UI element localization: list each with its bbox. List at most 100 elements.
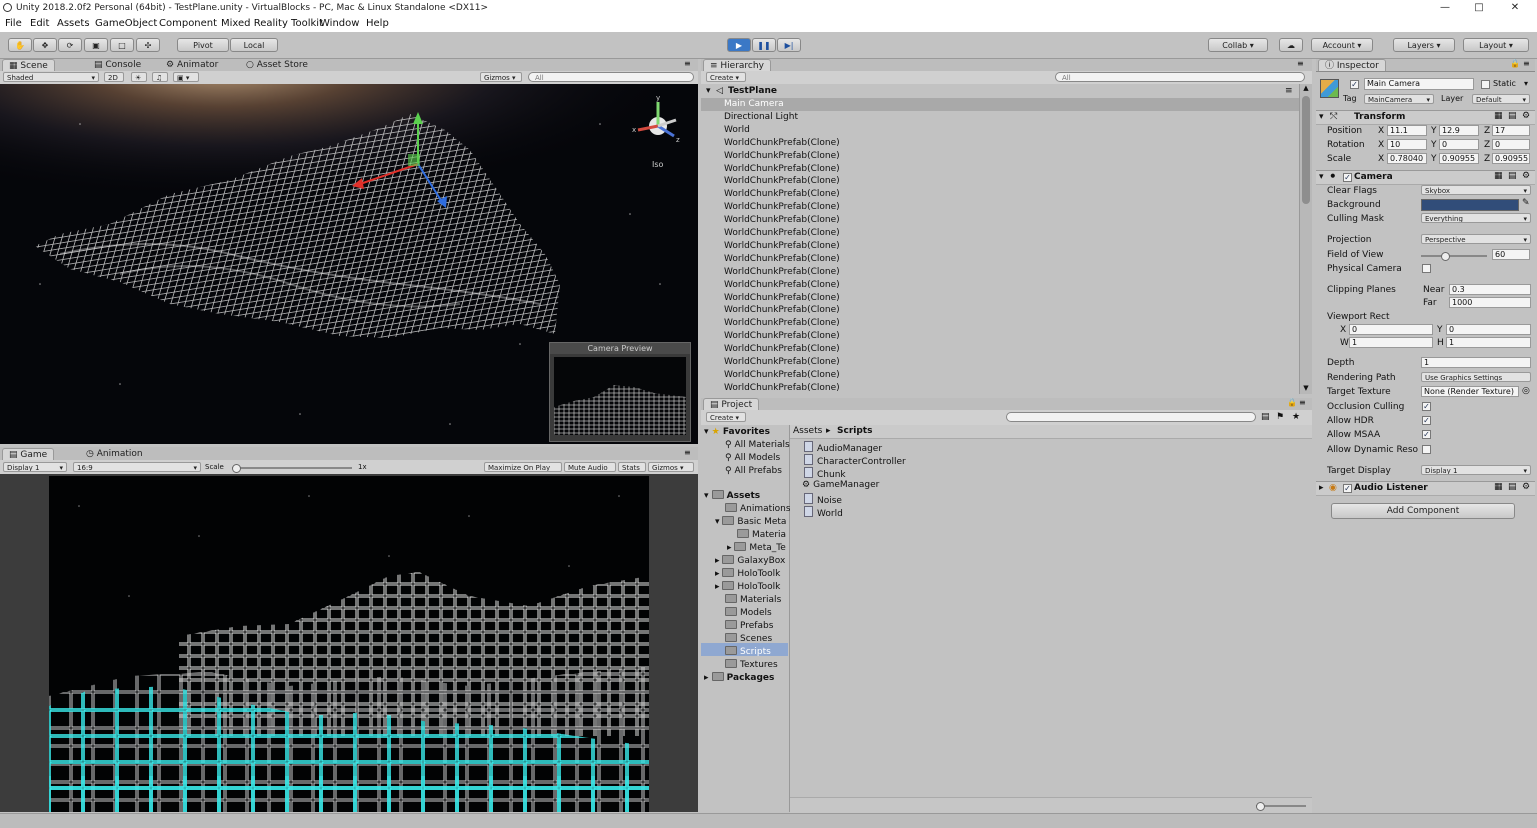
- scene-orientation-gizmo[interactable]: y x z: [628, 94, 688, 164]
- add-component-button[interactable]: Add Component: [1331, 503, 1515, 519]
- display-dropdown[interactable]: Display 1 ▾: [3, 462, 67, 472]
- scene-expand-icon[interactable]: ▾: [706, 85, 711, 98]
- game-scale-thumb[interactable]: [232, 464, 241, 473]
- rotation-y-field[interactable]: 0: [1439, 139, 1479, 150]
- game-gizmos-dropdown[interactable]: Gizmos ▾: [648, 462, 694, 472]
- viewport-y-field[interactable]: 0: [1446, 324, 1531, 335]
- hierarchy-item[interactable]: WorldChunkPrefab(Clone): [701, 382, 1299, 394]
- transform-gear-icon[interactable]: ⚙: [1522, 111, 1530, 121]
- hierarchy-item[interactable]: WorldChunkPrefab(Clone): [701, 175, 1299, 188]
- target-display-dropdown[interactable]: Display 1 ▾: [1421, 465, 1531, 475]
- rect-tool-button[interactable]: □: [110, 38, 134, 52]
- favorites-expand-icon[interactable]: ▾: [704, 427, 709, 437]
- expand-icon[interactable]: ▸: [727, 543, 732, 553]
- hierarchy-item[interactable]: WorldChunkPrefab(Clone): [701, 369, 1299, 382]
- folder-item[interactable]: ▸ Meta_Te: [727, 542, 786, 553]
- scene-gizmos-dropdown[interactable]: Gizmos ▾: [480, 72, 522, 82]
- hierarchy-item[interactable]: WorldChunkPrefab(Clone): [701, 188, 1299, 201]
- breadcrumb-assets[interactable]: Assets: [793, 425, 822, 438]
- fov-field[interactable]: 60: [1492, 249, 1530, 260]
- hierarchy-item[interactable]: WorldChunkPrefab(Clone): [701, 330, 1299, 343]
- fav-item[interactable]: ⚲ All Prefabs: [725, 466, 782, 476]
- mode-2d-toggle[interactable]: 2D: [104, 72, 124, 82]
- cloud-icon[interactable]: ☁: [1279, 38, 1303, 52]
- close-icon[interactable]: ✕: [1500, 0, 1530, 16]
- target-texture-field[interactable]: None (Render Texture): [1421, 386, 1519, 397]
- tab-game[interactable]: ▤ Game: [2, 448, 55, 460]
- hierarchy-item[interactable]: WorldChunkPrefab(Clone): [701, 240, 1299, 253]
- layout-dropdown[interactable]: Layout ▾: [1463, 38, 1529, 52]
- expand-icon[interactable]: ▸: [715, 556, 720, 566]
- file-item[interactable]: AudioManager: [804, 441, 882, 454]
- audio-preset-icon[interactable]: ▤: [1508, 482, 1517, 492]
- occlusion-culling-checkbox[interactable]: ✓: [1422, 402, 1431, 411]
- audio-gear-icon[interactable]: ⚙: [1522, 482, 1530, 492]
- transform-preset-icon[interactable]: ▤: [1508, 111, 1517, 121]
- expand-icon[interactable]: ▾: [715, 517, 720, 527]
- account-dropdown[interactable]: Account ▾: [1311, 38, 1373, 52]
- folder-item[interactable]: ▸ HoloToolk: [715, 568, 780, 579]
- rotation-x-field[interactable]: 10: [1387, 139, 1427, 150]
- expand-icon[interactable]: ▸: [715, 582, 720, 592]
- inspector-menu-icon[interactable]: ≡: [1523, 59, 1530, 68]
- menu-edit[interactable]: Edit: [30, 16, 49, 32]
- menu-component[interactable]: Component: [159, 16, 217, 32]
- favorites-header[interactable]: ▾ ★ Favorites: [704, 427, 770, 437]
- menu-help[interactable]: Help: [366, 16, 389, 32]
- menu-assets[interactable]: Assets: [57, 16, 90, 32]
- game-panel-menu-icon[interactable]: ≡: [684, 448, 691, 457]
- project-create-dropdown[interactable]: Create ▾: [706, 412, 746, 422]
- scale-y-field[interactable]: 0.90955: [1439, 153, 1479, 164]
- fav-item[interactable]: ⚲ All Models: [725, 453, 780, 463]
- folder-item[interactable]: ▾ Basic Meta: [715, 516, 786, 527]
- allow-hdr-checkbox[interactable]: ✓: [1422, 416, 1431, 425]
- camera-expand-icon[interactable]: ▾: [1319, 172, 1324, 182]
- culling-mask-dropdown[interactable]: Everything ▾: [1421, 213, 1531, 223]
- tag-dropdown[interactable]: MainCamera ▾: [1364, 94, 1434, 104]
- rotation-z-field[interactable]: 0: [1492, 139, 1530, 150]
- projection-dropdown[interactable]: Perspective ▾: [1421, 234, 1531, 244]
- minimize-icon[interactable]: —: [1430, 0, 1460, 16]
- play-button[interactable]: ▶: [727, 38, 751, 52]
- tab-hierarchy[interactable]: ≡ Hierarchy: [703, 59, 771, 71]
- allow-dynamic-res-checkbox[interactable]: [1422, 445, 1431, 454]
- hierarchy-item[interactable]: WorldChunkPrefab(Clone): [701, 163, 1299, 176]
- tab-inspector[interactable]: ⓘ Inspector: [1318, 59, 1386, 71]
- folder-item[interactable]: ▸ GalaxyBox: [715, 555, 785, 566]
- packages-root[interactable]: ▸ Packages: [704, 672, 774, 683]
- project-search-input[interactable]: [1006, 412, 1256, 422]
- hierarchy-item[interactable]: WorldChunkPrefab(Clone): [701, 343, 1299, 356]
- game-viewport[interactable]: [49, 476, 649, 812]
- panel-menu-icon[interactable]: ≡: [684, 59, 691, 68]
- hand-tool-button[interactable]: ✋: [8, 38, 32, 52]
- icon-size-slider[interactable]: [1256, 802, 1306, 811]
- breadcrumb-scripts[interactable]: Scripts: [837, 425, 872, 438]
- object-picker-icon[interactable]: ◎: [1522, 386, 1530, 396]
- transform-expand-icon[interactable]: ▾: [1319, 112, 1324, 122]
- tab-project[interactable]: ▤ Project: [703, 398, 760, 410]
- maximize-icon[interactable]: □: [1464, 0, 1494, 16]
- fav-item[interactable]: ⚲ All Materials: [725, 440, 790, 450]
- hierarchy-create-dropdown[interactable]: Create ▾: [706, 72, 746, 82]
- hierarchy-item[interactable]: WorldChunkPrefab(Clone): [701, 279, 1299, 292]
- hierarchy-item-main-camera[interactable]: Main Camera: [701, 98, 1299, 111]
- folder-item[interactable]: Models: [725, 607, 772, 618]
- eyedropper-icon[interactable]: ✎: [1522, 198, 1530, 208]
- hierarchy-item[interactable]: WorldChunkPrefab(Clone): [701, 201, 1299, 214]
- stats-toggle[interactable]: Stats: [618, 462, 646, 472]
- scroll-up-icon[interactable]: ▲: [1300, 84, 1312, 94]
- rotate-tool-button[interactable]: ⟳: [58, 38, 82, 52]
- hierarchy-item[interactable]: WorldChunkPrefab(Clone): [701, 253, 1299, 266]
- scene-menu-icon[interactable]: ≡: [1285, 85, 1293, 98]
- camera-preset-icon[interactable]: ▤: [1508, 171, 1517, 181]
- camera-header[interactable]: ▾ ⚫ ✓ Camera ▦ ▤ ⚙: [1316, 170, 1535, 185]
- tab-animator[interactable]: ⚙ Animator: [160, 59, 224, 71]
- folder-item[interactable]: Animations: [725, 503, 791, 514]
- hierarchy-item[interactable]: World: [701, 124, 1299, 137]
- background-color-swatch[interactable]: [1421, 199, 1519, 211]
- assets-expand-icon[interactable]: ▾: [704, 491, 709, 501]
- hierarchy-item[interactable]: WorldChunkPrefab(Clone): [701, 137, 1299, 150]
- file-item[interactable]: World: [804, 506, 843, 519]
- clear-flags-dropdown[interactable]: Skybox ▾: [1421, 185, 1531, 195]
- scale-x-field[interactable]: 0.78040: [1387, 153, 1427, 164]
